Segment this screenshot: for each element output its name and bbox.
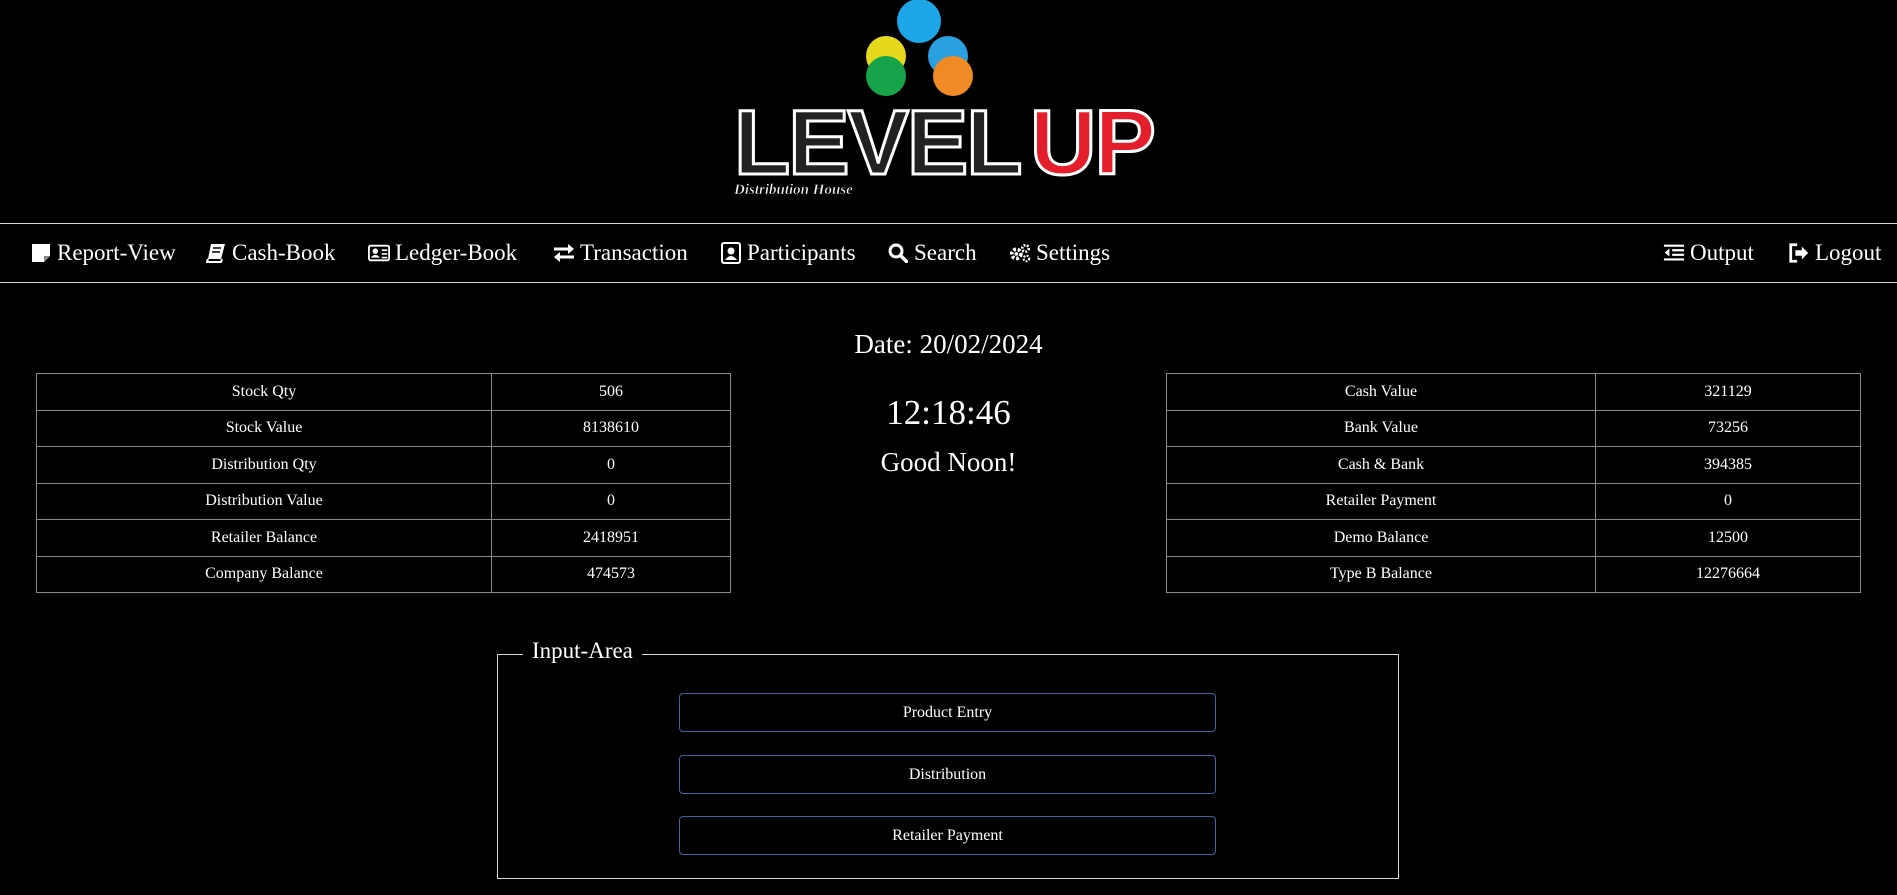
stat-label: Bank Value bbox=[1166, 409, 1596, 447]
nav-label: Search bbox=[914, 240, 977, 265]
table-row: Distribution Qty 0 bbox=[36, 446, 731, 484]
main-navbar: Report-View Cash-Book Ledger-Book Transa… bbox=[0, 223, 1897, 283]
nav-label: Settings bbox=[1036, 240, 1111, 265]
stat-label: Type B Balance bbox=[1166, 555, 1596, 593]
nav-label: Participants bbox=[747, 240, 856, 265]
gears-icon bbox=[1009, 242, 1031, 264]
book-icon bbox=[205, 242, 227, 264]
stat-value: 394385 bbox=[1595, 446, 1861, 484]
table-row: Type B Balance 12276664 bbox=[1166, 555, 1861, 593]
levelup-logo: LEVEL UP Distribution House bbox=[728, 0, 1168, 200]
stat-value: 321129 bbox=[1595, 373, 1861, 411]
stat-value: 2418951 bbox=[491, 519, 731, 557]
stat-label: Cash & Bank bbox=[1166, 446, 1596, 484]
table-row: Distribution Value 0 bbox=[36, 482, 731, 520]
nav-cash-book[interactable]: Cash-Book bbox=[205, 224, 336, 282]
stat-value: 12276664 bbox=[1595, 555, 1861, 593]
table-row: Cash Value 321129 bbox=[1166, 373, 1861, 411]
table-row: Retailer Payment 0 bbox=[1166, 482, 1861, 520]
outdent-icon bbox=[1663, 242, 1685, 264]
nav-label: Report-View bbox=[57, 240, 176, 265]
stat-label: Demo Balance bbox=[1166, 519, 1596, 557]
stat-label: Retailer Balance bbox=[36, 519, 492, 557]
stat-label: Cash Value bbox=[1166, 373, 1596, 411]
stat-value: 8138610 bbox=[491, 409, 731, 447]
stat-value: 0 bbox=[491, 446, 731, 484]
retailer-payment-button[interactable]: Retailer Payment bbox=[679, 816, 1216, 855]
stat-label: Retailer Payment bbox=[1166, 482, 1596, 520]
nav-ledger-book[interactable]: Ledger-Book bbox=[368, 224, 517, 282]
input-area-legend: Input-Area bbox=[523, 638, 642, 664]
table-row: Retailer Balance 2418951 bbox=[36, 519, 731, 557]
distribution-button[interactable]: Distribution bbox=[679, 755, 1216, 794]
sign-out-icon bbox=[1788, 242, 1810, 264]
nav-logout[interactable]: Logout bbox=[1788, 224, 1881, 282]
nav-label: Transaction bbox=[580, 240, 688, 265]
nav-label: Cash-Book bbox=[232, 240, 336, 265]
nav-output[interactable]: Output bbox=[1663, 224, 1754, 282]
stat-value: 506 bbox=[491, 373, 731, 411]
stat-label: Stock Value bbox=[36, 409, 492, 447]
logo-wordmark-main: LEVEL bbox=[734, 92, 1020, 194]
stat-label: Distribution Qty bbox=[36, 446, 492, 484]
exchange-arrows-icon bbox=[553, 242, 575, 264]
nav-label: Output bbox=[1690, 240, 1754, 265]
current-date: Date: 20/02/2024 bbox=[854, 329, 1043, 359]
stat-label: Distribution Value bbox=[36, 482, 492, 520]
user-badge-icon bbox=[720, 242, 742, 264]
product-entry-button[interactable]: Product Entry bbox=[679, 693, 1216, 732]
nav-label: Logout bbox=[1815, 240, 1882, 265]
nav-report-view[interactable]: Report-View bbox=[30, 224, 176, 282]
inventory-summary-table: Stock Qty 506 Stock Value 8138610 Distribu… bbox=[36, 373, 731, 593]
nav-label: Ledger-Book bbox=[395, 240, 518, 265]
stat-value: 12500 bbox=[1595, 519, 1861, 557]
table-row: Bank Value 73256 bbox=[1166, 409, 1861, 447]
id-card-icon bbox=[368, 242, 390, 264]
stat-value: 474573 bbox=[491, 555, 731, 593]
logo-wordmark-accent: UP bbox=[1030, 92, 1154, 194]
stat-label: Company Balance bbox=[36, 555, 492, 593]
table-row: Cash & Bank 394385 bbox=[1166, 446, 1861, 484]
logo-tagline: Distribution House bbox=[733, 182, 853, 198]
nav-transaction[interactable]: Transaction bbox=[553, 224, 688, 282]
sticky-note-icon bbox=[30, 242, 52, 264]
table-row: Demo Balance 12500 bbox=[1166, 519, 1861, 557]
stat-value: 0 bbox=[1595, 482, 1861, 520]
nav-search[interactable]: Search bbox=[887, 224, 977, 282]
table-row: Stock Qty 506 bbox=[36, 373, 731, 411]
nav-participants[interactable]: Participants bbox=[720, 224, 856, 282]
logo-emblem-icon bbox=[866, 0, 973, 96]
stat-label: Stock Qty bbox=[36, 373, 492, 411]
stat-value: 0 bbox=[491, 482, 731, 520]
table-row: Company Balance 474573 bbox=[36, 555, 731, 593]
search-icon bbox=[887, 242, 909, 264]
table-row: Stock Value 8138610 bbox=[36, 409, 731, 447]
finance-summary-table: Cash Value 321129 Bank Value 73256 Cash & … bbox=[1166, 373, 1861, 593]
stat-value: 73256 bbox=[1595, 409, 1861, 447]
nav-settings[interactable]: Settings bbox=[1009, 224, 1110, 282]
